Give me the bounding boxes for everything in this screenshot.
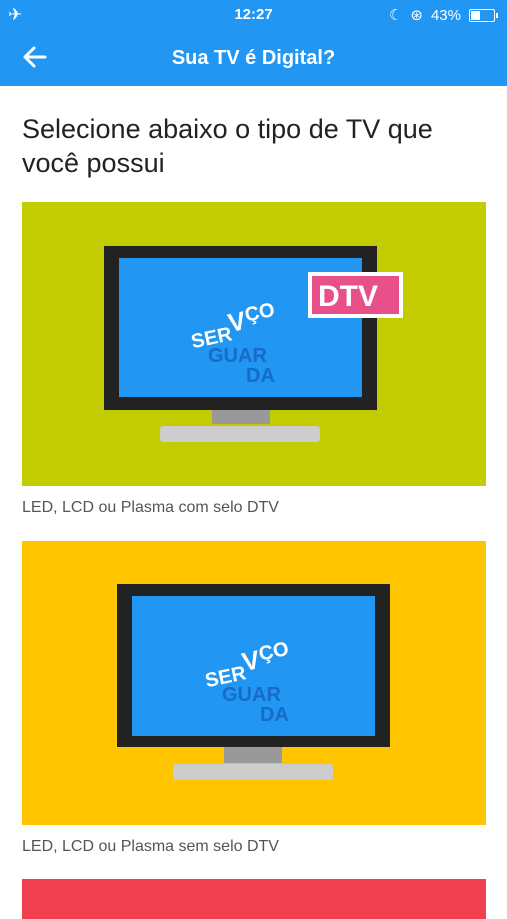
option-card-with-dtv[interactable]: SER V ÇO GUAR DA DTV LED, LCD ou Plasma … [22, 202, 486, 517]
tv-illustration-with-dtv: SER V ÇO GUAR DA DTV [22, 202, 486, 486]
option-caption: LED, LCD ou Plasma sem selo DTV [22, 838, 279, 855]
battery-percent: 43% [430, 6, 461, 24]
rotation-lock-icon: ⊛ [410, 7, 423, 24]
tv-illustration-without-dtv: SER V ÇO GUAR DA [22, 541, 486, 825]
tv-with-dtv-icon: SER V ÇO GUAR DA DTV [104, 246, 403, 442]
svg-text:DA: DA [260, 704, 289, 726]
battery-icon [469, 8, 498, 22]
instruction-heading: Selecione abaixo o tipo de TV que você p… [22, 114, 433, 178]
option-card-partial[interactable] [22, 879, 486, 919]
option-caption: LED, LCD ou Plasma com selo DTV [22, 499, 279, 516]
option-card-without-dtv[interactable]: SER V ÇO GUAR DA LED, LCD ou Plasma sem … [22, 541, 486, 856]
svg-text:DTV: DTV [318, 280, 378, 313]
svg-text:GUAR: GUAR [222, 684, 281, 706]
svg-text:GUAR: GUAR [208, 345, 267, 367]
status-right: ☾ ⊛ 43% [388, 6, 498, 24]
svg-text:DA: DA [246, 365, 275, 387]
dtv-badge: DTV [308, 272, 403, 318]
tv-without-dtv-icon: SER V ÇO GUAR DA [117, 584, 390, 780]
moon-icon: ☾ [388, 7, 403, 24]
page-title: Sua TV é Digital? [171, 47, 336, 69]
app-bar: Sua TV é Digital? [0, 30, 507, 86]
status-bar: ✈ 12:27 ☾ ⊛ 43% [0, 0, 507, 30]
